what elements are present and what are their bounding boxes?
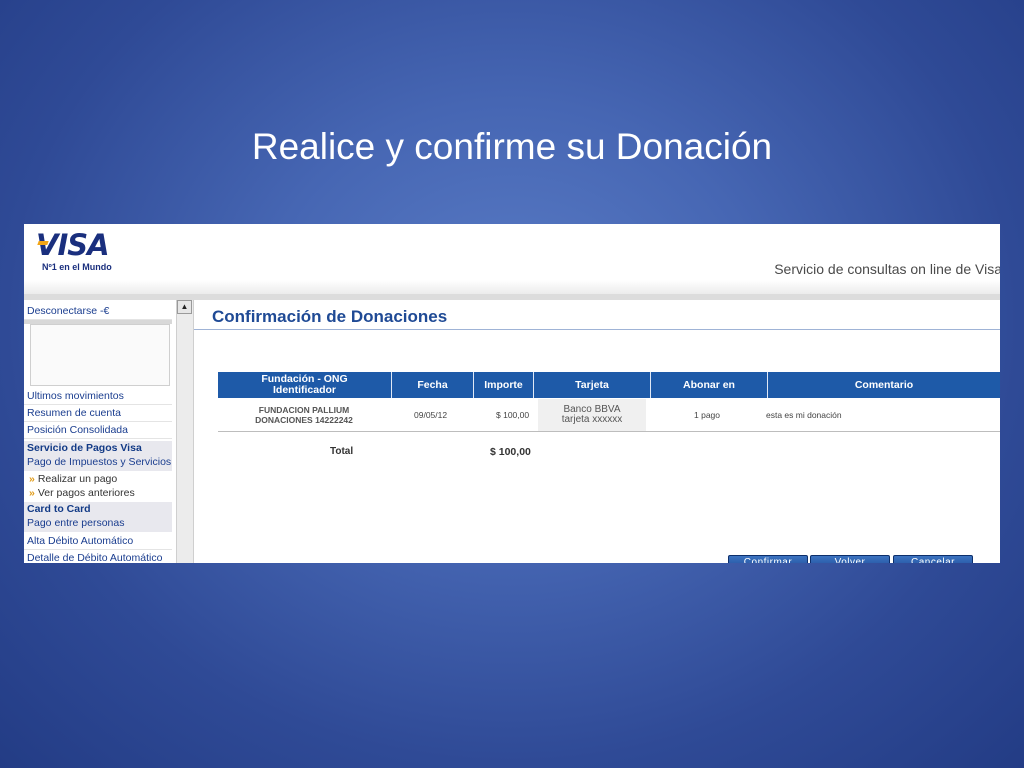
subitem-label: Ver pagos anteriores — [37, 487, 135, 499]
row-divider — [218, 431, 1000, 432]
cell-tarjeta: Banco BBVA tarjeta xxxxxx — [538, 399, 646, 431]
confirm-button[interactable]: Confirmar — [728, 555, 808, 563]
sidebar-item-resumen-cuenta[interactable]: Resumen de cuenta — [24, 405, 172, 422]
sidebar-item-posicion-consolidada[interactable]: Posición Consolidada — [24, 422, 172, 439]
header-comentario: Comentario — [854, 378, 914, 391]
sidebar-subitem-realizar-pago[interactable]: » Realizar un pago — [24, 472, 172, 486]
header-fundacion: Fundación - ONG Identificador — [218, 372, 392, 398]
section-title: Card to Card — [27, 503, 91, 515]
section-title: Servicio de Pagos Visa — [27, 442, 142, 454]
sidebar-item-ultimos-movimientos[interactable]: Ultimos movimientos — [24, 388, 172, 405]
total-value: $ 100,00 — [490, 446, 531, 458]
total-label: Total — [330, 446, 354, 457]
section-subtitle: Pago de Impuestos y Servicios — [27, 456, 172, 468]
sidebar-box — [30, 324, 170, 386]
visa-logo[interactable]: VISA Nº1 en el Mundo — [36, 229, 112, 272]
slide-title: Realice y confirme su Donación — [251, 126, 773, 167]
header-tarjeta: Tarjeta — [534, 372, 651, 398]
page-title: Confirmación de Donaciones — [212, 307, 448, 326]
logo-stripe — [37, 241, 49, 245]
service-title: Servicio de consultas on line de Visa — [774, 261, 1000, 277]
logo-tagline: Nº1 en el Mundo — [42, 262, 112, 272]
table-header-row: Fundación - ONG Identificador Fecha Impo… — [218, 372, 1000, 398]
sidebar-section-pagos[interactable]: Servicio de Pagos Visa Pago de Impuestos… — [24, 441, 172, 471]
main-content: Confirmación de Donaciones Fundación - O… — [194, 300, 1000, 563]
cell-importe: $ 100,00 — [496, 410, 530, 420]
sidebar-item-detalle-debito[interactable]: Detalle de Débito Automático — [24, 550, 172, 563]
subitem-label: Realizar un pago — [37, 473, 118, 485]
card-number: tarjeta xxxxxx — [561, 414, 623, 425]
header-importe: Importe — [474, 372, 534, 398]
cell-fundacion: FUNDACION PALLIUM DONACIONES 14222242 — [255, 405, 353, 425]
cell-fecha: 09/05/12 — [414, 410, 448, 420]
sidebar: Desconectarse -€ Ultimos movimientos Res… — [24, 300, 172, 563]
sidebar-subitem-ver-pagos[interactable]: » Ver pagos anteriores — [24, 486, 172, 500]
disconnect-link[interactable]: Desconectarse -€ — [24, 303, 172, 320]
sidebar-item-alta-debito[interactable]: Alta Débito Automático — [24, 533, 172, 550]
arrow-icon: » — [29, 473, 35, 485]
screenshot-panel: VISA Nº1 en el Mundo Servicio de consult… — [24, 224, 1000, 563]
sidebar-section-card-to-card[interactable]: Card to Card Pago entre personas — [24, 502, 172, 532]
cell-comentario: esta es mi donación — [766, 410, 842, 420]
scroll-up-icon[interactable]: ▲ — [177, 300, 192, 314]
header-fecha: Fecha — [392, 372, 474, 398]
section-subtitle: Pago entre personas — [27, 517, 125, 529]
sidebar-scrollbar[interactable]: ▲ — [176, 300, 194, 563]
back-button[interactable]: Volver — [810, 555, 890, 563]
cancel-button[interactable]: Cancelar — [893, 555, 973, 563]
logo-word: VISA — [36, 228, 110, 262]
title-divider — [194, 329, 1000, 330]
site-header: VISA Nº1 en el Mundo Servicio de consult… — [24, 224, 1000, 300]
arrow-icon: » — [29, 487, 35, 499]
cell-abonar: 1 pago — [694, 410, 720, 420]
header-abonar: Abonar en — [651, 372, 768, 398]
